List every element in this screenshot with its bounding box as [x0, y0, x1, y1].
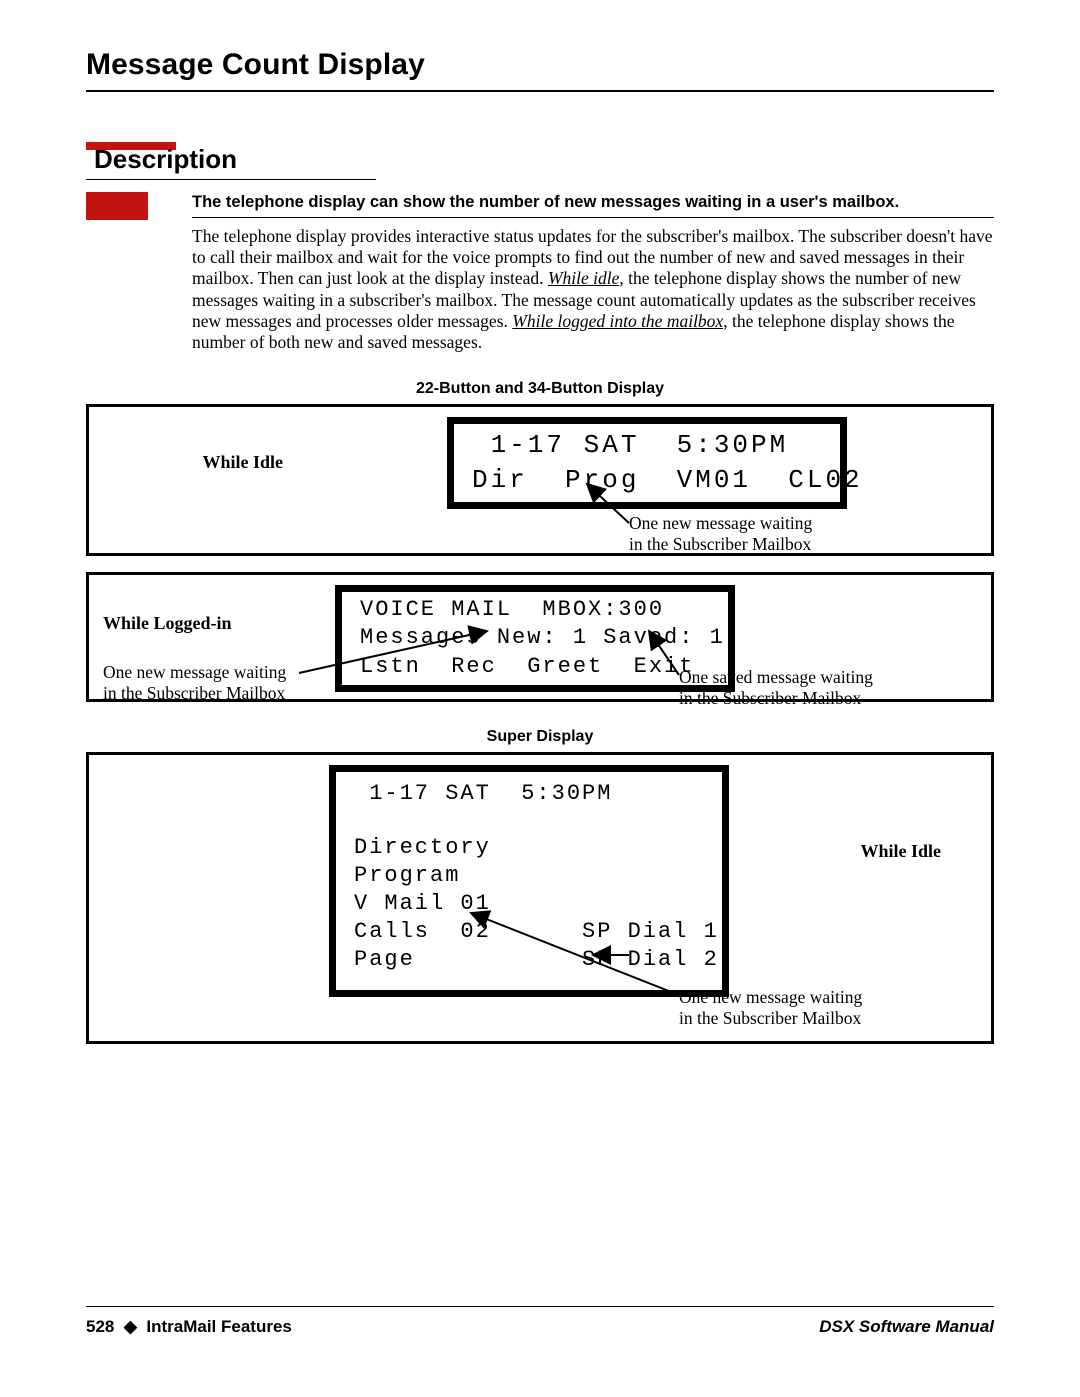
page-title: Message Count Display [86, 48, 994, 82]
summary-line: The telephone display can show the numbe… [192, 192, 994, 218]
arrow-icon [89, 755, 989, 1047]
figure-caption-super: Super Display [86, 728, 994, 746]
inline-link-logged-in: While logged into the mailbox [512, 311, 723, 331]
page-number: 528 [86, 1317, 114, 1336]
manual-title: DSX Software Manual [819, 1317, 994, 1337]
accent-block [86, 192, 148, 220]
footer-section: IntraMail Features [146, 1317, 292, 1336]
diagram-logged-in: While Logged-in One new message waiting … [86, 572, 994, 702]
heading-rule [86, 179, 376, 180]
section-heading: Description [94, 144, 994, 175]
diagram-super-display: 1-17 SAT 5:30PM Directory Program V Mail… [86, 752, 994, 1044]
diagram-22-34-button: While Idle 1-17 SAT 5:30PM Dir Prog VM01… [86, 404, 994, 556]
diamond-icon: ◆ [124, 1317, 137, 1336]
title-rule [86, 90, 994, 92]
inline-link-idle: While idle [548, 268, 619, 288]
description-paragraph: The telephone display provides interacti… [192, 226, 994, 354]
page-footer: 528 ◆ IntraMail Features DSX Software Ma… [86, 1306, 994, 1337]
arrow-icon [89, 407, 989, 559]
arrow-icon [89, 575, 989, 705]
figure-caption-22-34: 22-Button and 34-Button Display [86, 380, 994, 398]
